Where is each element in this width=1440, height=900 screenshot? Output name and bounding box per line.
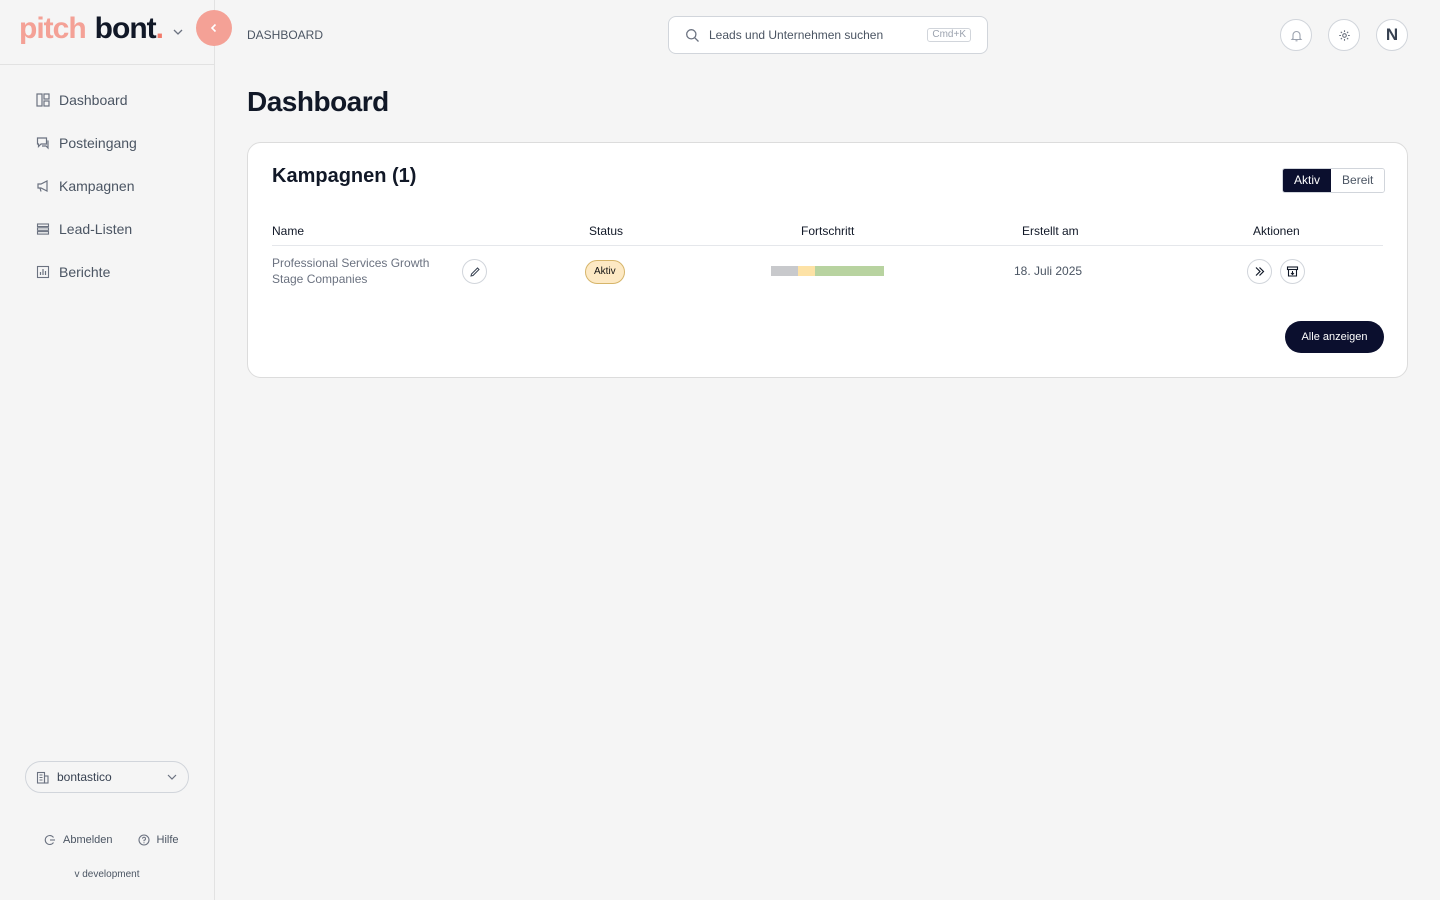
table-header: Name Status Fortschritt Erstellt am Akti… [272,223,1383,246]
campaigns-card: Kampagnen (1) Aktiv Bereit Name Status F… [247,142,1408,378]
progress-bar [771,266,884,276]
logo-part-pitch: pitch [19,12,87,45]
logo-dot: . [155,12,164,45]
archive-campaign-button[interactable] [1280,259,1305,284]
help-link[interactable]: Hilfe [137,834,179,846]
chevron-left-icon [210,23,217,33]
help-icon [137,834,150,846]
search-box[interactable]: Cmd+K [668,16,988,54]
organization-name: bontastico [57,770,112,784]
archive-icon [1286,266,1299,277]
sidebar: pitch bont . Dashboard Posteingang Kampa… [0,0,215,900]
open-campaign-button[interactable] [1247,259,1272,284]
show-all-button[interactable]: Alle anzeigen [1285,321,1384,353]
organization-select[interactable]: bontastico [25,761,189,793]
bell-icon [1290,30,1302,41]
bar-chart-icon [36,265,50,278]
dashboard-icon [36,92,50,107]
column-header-name: Name [272,224,305,238]
status-badge: Aktiv [585,260,625,284]
campaign-filter-toggle: Aktiv Bereit [1282,168,1386,193]
megaphone-icon [37,179,48,192]
version-label: v development [74,869,140,880]
sidebar-item-label: Posteingang [59,134,137,151]
column-header-actions: Aktionen [1253,224,1300,238]
chevron-down-icon [167,774,177,780]
logout-icon [44,835,55,845]
sidebar-item-kampagnen[interactable]: Kampagnen [24,164,137,207]
sidebar-item-lead-listen[interactable]: Lead-Listen [24,207,137,250]
pencil-icon [469,266,480,277]
search-icon [686,28,699,42]
filter-bereit[interactable]: Bereit [1331,169,1385,192]
created-date: 18. Juli 2025 [1014,264,1083,278]
settings-button[interactable] [1328,19,1360,51]
gear-icon [1338,29,1350,41]
sidebar-item-label: Dashboard [59,91,128,108]
progress-segment-2 [815,266,884,276]
chevron-down-icon[interactable] [172,26,184,38]
chevrons-right-icon [1255,267,1265,276]
sidebar-item-label: Kampagnen [59,177,135,194]
search-input[interactable] [709,28,928,42]
campaigns-title: Kampagnen (1) [272,165,417,187]
progress-segment-1 [798,266,816,276]
logout-link[interactable]: Abmelden [44,834,113,846]
column-header-status: Status [589,224,624,238]
sidebar-item-posteingang[interactable]: Posteingang [24,121,137,164]
sidebar-item-label: Berichte [59,263,111,280]
sidebar-item-berichte[interactable]: Berichte [24,250,137,293]
brand-area: pitch bont . [0,0,214,65]
footer-links: Abmelden Hilfe [44,834,179,846]
campaign-name[interactable]: Professional Services Growth Stage Compa… [272,255,452,287]
collapse-sidebar-button[interactable] [196,10,232,46]
sidebar-nav: Dashboard Posteingang Kampagnen Lead-Lis… [24,78,137,293]
logo[interactable]: pitch bont . [19,12,164,46]
filter-aktiv[interactable]: Aktiv [1283,169,1332,192]
chat-icon [36,136,49,149]
help-label: Hilfe [156,834,179,846]
search-shortcut-hint: Cmd+K [927,28,971,42]
column-header-created: Erstellt am [1022,224,1079,238]
edit-campaign-button[interactable] [462,259,487,284]
list-icon [36,222,50,235]
user-avatar[interactable]: N [1376,19,1408,51]
breadcrumb: DASHBOARD [247,28,324,42]
sidebar-item-dashboard[interactable]: Dashboard [24,78,137,121]
building-icon [36,771,49,784]
logo-part-bont: bont [94,12,157,45]
notifications-button[interactable] [1280,19,1312,51]
progress-segment-0 [771,266,799,276]
sidebar-item-label: Lead-Listen [59,220,133,237]
page-title: Dashboard [247,86,389,117]
logout-label: Abmelden [63,834,113,846]
column-header-progress: Fortschritt [801,224,855,238]
